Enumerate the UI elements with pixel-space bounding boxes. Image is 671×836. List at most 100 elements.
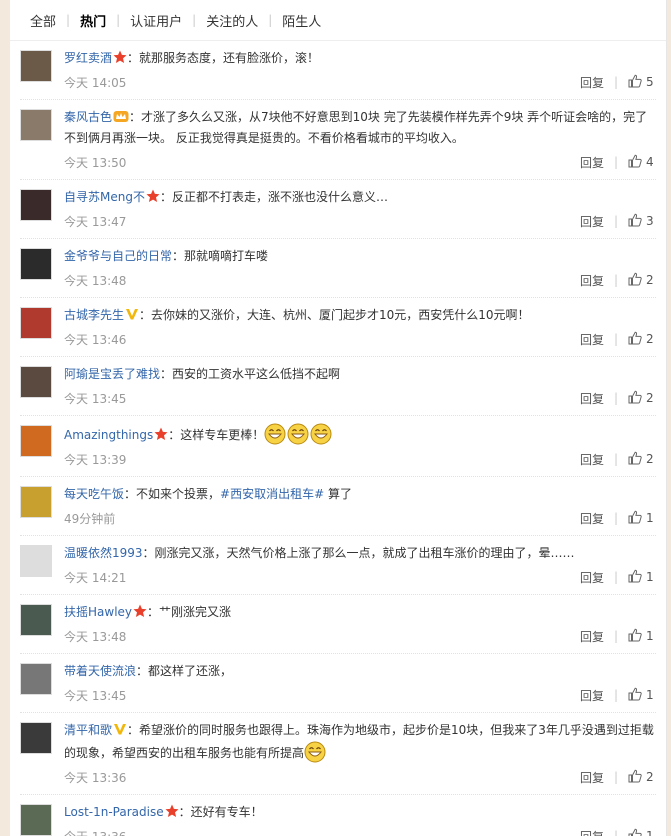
avatar[interactable] <box>20 307 52 339</box>
comment-meta: 今天 13:47 回复 | 3 <box>64 210 656 238</box>
comment-text: ：反正都不打表走，涨不涨也没什么意义… <box>159 190 388 204</box>
grin-emoji-icon <box>310 423 333 445</box>
comment-meta: 今天 13:36回复 | 1 <box>64 825 656 836</box>
avatar[interactable] <box>20 486 52 518</box>
like-button[interactable]: 1 <box>628 569 656 586</box>
comment-text: ：去你妹的又涨价，大连、杭州、厦门起步才10元，西安凭什么10元啊！ <box>139 308 530 322</box>
comment-time: 今天 13:36 <box>64 770 127 785</box>
like-count: 3 <box>646 214 654 228</box>
like-count: 5 <box>646 75 654 89</box>
reply-button[interactable]: 回复 <box>580 510 604 527</box>
tab-strangers[interactable]: 陌生人 <box>272 11 331 30</box>
thumbs-up-icon <box>628 828 646 836</box>
comment-item: 古城李先生 ：去你妹的又涨价，大连、杭州、厦门起步才10元，西安凭什么10元啊！ 今… <box>20 298 656 357</box>
tab-following[interactable]: 关注的人 <box>196 11 268 30</box>
comment-meta: 今天 13:48 回复 | 2 <box>64 269 656 297</box>
username-link[interactable]: 温暖依然1993 <box>64 546 143 560</box>
like-button[interactable]: 1 <box>628 510 656 527</box>
comment-body: 温暖依然1993：刚涨完又涨，天然气价格上涨了那么一点，就成了出租车涨价的理由了… <box>64 543 656 564</box>
username-link[interactable]: 阿瑜是宝丢了难找 <box>64 367 160 381</box>
avatar[interactable] <box>20 804 52 836</box>
avatar[interactable] <box>20 189 52 221</box>
avatar[interactable] <box>20 366 52 398</box>
like-button[interactable]: 2 <box>628 390 656 407</box>
username-link[interactable]: 秦风古色 <box>64 110 112 124</box>
reply-button[interactable]: 回复 <box>580 74 604 91</box>
like-button[interactable]: 1 <box>628 628 656 645</box>
like-button[interactable]: 1 <box>628 828 656 836</box>
like-button[interactable]: 1 <box>628 687 656 704</box>
comment-body: 带着天使流浪：都这样了还涨， <box>64 661 656 682</box>
vip-crown-icon[interactable] <box>112 110 129 124</box>
reply-button[interactable]: 回复 <box>580 154 604 171</box>
avatar[interactable] <box>20 545 52 577</box>
username-link[interactable]: Amazingthings <box>64 428 153 442</box>
comment-text: ：不如来个投票， <box>124 487 221 501</box>
reply-button[interactable]: 回复 <box>580 687 604 704</box>
verified-v-icon[interactable] <box>112 723 127 737</box>
username-link[interactable]: 金爷爷与自己的日常 <box>64 249 172 263</box>
tab-all[interactable]: 全部 <box>20 11 66 30</box>
username-link[interactable]: 扶摇Hawley <box>64 605 132 619</box>
grin-emoji-icon <box>287 423 310 445</box>
comment-meta: 今天 14:05 回复 | 5 <box>64 71 656 99</box>
member-star-icon[interactable] <box>164 804 179 819</box>
avatar[interactable] <box>20 663 52 695</box>
thumbs-up-icon <box>628 390 646 407</box>
reply-button[interactable]: 回复 <box>580 451 604 468</box>
comment-item: 秦风古色 ：才涨了多久么又涨，从7块他不好意思到10块 完了先装模作样先弄个9块 … <box>20 100 656 180</box>
comment-time: 今天 13:48 <box>64 629 127 644</box>
comment-panel: 全部 | 热门 | 认证用户 | 关注的人 | 陌生人 罗红卖酒 ：就那服务态度，… <box>10 0 667 836</box>
avatar[interactable] <box>20 722 52 754</box>
verified-v-icon[interactable] <box>124 308 139 322</box>
reply-button[interactable]: 回复 <box>580 828 604 836</box>
username-link[interactable]: Lost-1n-Paradise <box>64 805 164 819</box>
tab-hot[interactable]: 热门 <box>70 11 116 30</box>
avatar[interactable] <box>20 604 52 636</box>
reply-button[interactable]: 回复 <box>580 331 604 348</box>
like-button[interactable]: 2 <box>628 451 656 468</box>
member-star-icon[interactable] <box>153 427 168 442</box>
comment-time: 今天 13:50 <box>64 155 127 170</box>
action-separator: | <box>613 829 618 836</box>
thumbs-up-icon <box>628 331 646 348</box>
avatar[interactable] <box>20 50 52 82</box>
reply-button[interactable]: 回复 <box>580 769 604 786</box>
like-button[interactable]: 4 <box>628 154 656 171</box>
username-link[interactable]: 罗红卖酒 <box>64 51 112 65</box>
username-link[interactable]: 带着天使流浪 <box>64 664 136 678</box>
tab-verified[interactable]: 认证用户 <box>120 11 192 30</box>
member-star-icon[interactable] <box>112 50 127 65</box>
reply-button[interactable]: 回复 <box>580 272 604 289</box>
username-link[interactable]: 古城李先生 <box>64 308 124 322</box>
thumbs-up-icon <box>628 687 646 704</box>
username-link[interactable]: 自寻苏Meng不 <box>64 190 145 204</box>
comment-time: 今天 13:36 <box>64 828 580 836</box>
like-button[interactable]: 2 <box>628 272 656 289</box>
member-star-icon[interactable] <box>132 604 147 619</box>
action-separator: | <box>613 570 618 584</box>
reply-button[interactable]: 回复 <box>580 213 604 230</box>
reply-button[interactable]: 回复 <box>580 569 604 586</box>
like-button[interactable]: 2 <box>628 331 656 348</box>
comment-time: 今天 13:48 <box>64 273 127 288</box>
avatar[interactable] <box>20 109 52 141</box>
comment-text: ：西安的工资水平这么低挡不起啊 <box>160 367 341 381</box>
grin-emoji-icon <box>264 423 287 445</box>
like-button[interactable]: 2 <box>628 769 656 786</box>
like-button[interactable]: 5 <box>628 74 656 91</box>
like-count: 1 <box>646 688 654 702</box>
username-link[interactable]: 清平和歌 <box>64 723 112 737</box>
comment-item: 扶摇Hawley ：艹刚涨完又涨 今天 13:48 回复 | 1 <box>20 595 656 654</box>
reply-button[interactable]: 回复 <box>580 390 604 407</box>
comment-list: 罗红卖酒 ：就那服务态度，还有脸涨价，滚！ 今天 14:05 回复 | 5 秦风古色 ：才涨了… <box>10 41 666 836</box>
member-star-icon[interactable] <box>145 189 160 204</box>
like-button[interactable]: 3 <box>628 213 656 230</box>
comment-time: 49分钟前 <box>64 511 116 526</box>
topic-link[interactable]: #西安取消出租车# <box>220 487 324 501</box>
avatar[interactable] <box>20 248 52 280</box>
avatar[interactable] <box>20 425 52 457</box>
comment-body: Amazingthings ：这样专车更棒！ <box>64 423 656 446</box>
username-link[interactable]: 每天吃午饭 <box>64 487 124 501</box>
reply-button[interactable]: 回复 <box>580 628 604 645</box>
